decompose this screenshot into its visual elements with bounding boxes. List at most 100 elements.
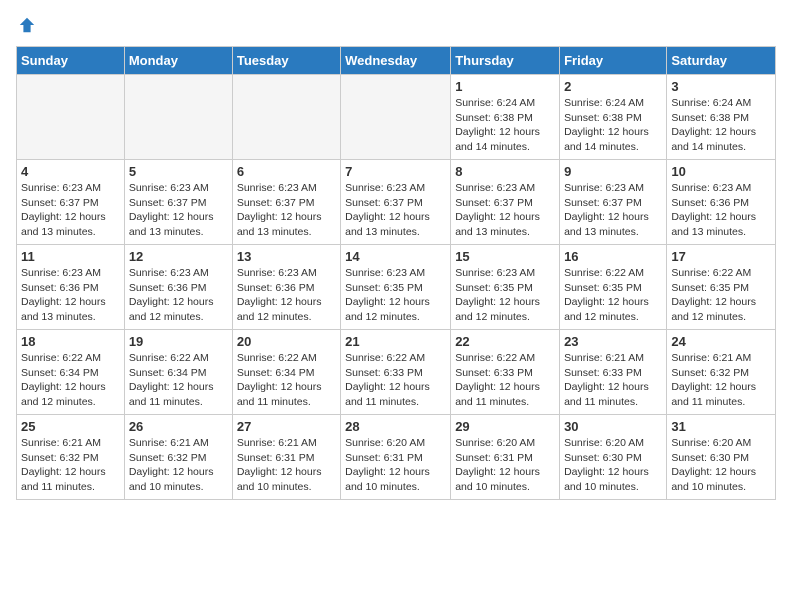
day-cell: 28Sunrise: 6:20 AM Sunset: 6:31 PM Dayli…	[341, 415, 451, 500]
day-info: Sunrise: 6:23 AM Sunset: 6:35 PM Dayligh…	[345, 266, 446, 325]
day-cell: 19 Sunrise: 6:22 AM Sunset: 6:34 PM Dayli…	[124, 330, 232, 415]
day-cell: 5 Sunrise: 6:23 AM Sunset: 6:37 PM Daylig…	[124, 160, 232, 245]
day-info: Sunrise: 6:22 AM Sunset: 6:35 PM Dayligh…	[564, 266, 662, 325]
day-cell: 20 Sunrise: 6:22 AM Sunset: 6:34 PM Dayli…	[232, 330, 340, 415]
day-number: 2	[564, 79, 662, 94]
day-number: 25	[21, 419, 120, 434]
week-row-1: 1 Sunrise: 6:24 AM Sunset: 6:38 PM Daylig…	[17, 75, 776, 160]
day-cell: 3Sunrise: 6:24 AM Sunset: 6:38 PM Daylig…	[667, 75, 776, 160]
day-info: Sunrise: 6:20 AM Sunset: 6:31 PM Dayligh…	[345, 436, 446, 495]
day-cell: 30 Sunrise: 6:20 AM Sunset: 6:30 PM Dayli…	[560, 415, 667, 500]
day-cell: 12 Sunrise: 6:23 AM Sunset: 6:36 PM Dayli…	[124, 245, 232, 330]
day-info: Sunrise: 6:22 AM Sunset: 6:33 PM Dayligh…	[455, 351, 555, 410]
day-info: Sunrise: 6:22 AM Sunset: 6:34 PM Dayligh…	[237, 351, 336, 410]
day-number: 17	[671, 249, 771, 264]
day-cell: 29Sunrise: 6:20 AM Sunset: 6:31 PM Dayli…	[451, 415, 560, 500]
day-info: Sunrise: 6:23 AM Sunset: 6:35 PM Dayligh…	[455, 266, 555, 325]
week-row-5: 25 Sunrise: 6:21 AM Sunset: 6:32 PM Dayli…	[17, 415, 776, 500]
day-number: 18	[21, 334, 120, 349]
day-cell: 17 Sunrise: 6:22 AM Sunset: 6:35 PM Dayli…	[667, 245, 776, 330]
day-cell: 23Sunrise: 6:21 AM Sunset: 6:33 PM Dayli…	[560, 330, 667, 415]
logo	[16, 16, 36, 34]
day-info: Sunrise: 6:23 AM Sunset: 6:36 PM Dayligh…	[237, 266, 336, 325]
day-cell: 11 Sunrise: 6:23 AM Sunset: 6:36 PM Dayli…	[17, 245, 125, 330]
day-info: Sunrise: 6:20 AM Sunset: 6:30 PM Dayligh…	[564, 436, 662, 495]
day-cell: 10 Sunrise: 6:23 AM Sunset: 6:36 PM Dayli…	[667, 160, 776, 245]
day-info: Sunrise: 6:22 AM Sunset: 6:35 PM Dayligh…	[671, 266, 771, 325]
day-info: Sunrise: 6:24 AM Sunset: 6:38 PM Dayligh…	[564, 96, 662, 155]
day-info: Sunrise: 6:23 AM Sunset: 6:37 PM Dayligh…	[564, 181, 662, 240]
week-row-3: 11 Sunrise: 6:23 AM Sunset: 6:36 PM Dayli…	[17, 245, 776, 330]
day-number: 20	[237, 334, 336, 349]
day-info: Sunrise: 6:23 AM Sunset: 6:36 PM Dayligh…	[671, 181, 771, 240]
calendar-table: SundayMondayTuesdayWednesdayThursdayFrid…	[16, 46, 776, 500]
day-info: Sunrise: 6:23 AM Sunset: 6:37 PM Dayligh…	[21, 181, 120, 240]
day-number: 12	[129, 249, 228, 264]
day-number: 10	[671, 164, 771, 179]
day-info: Sunrise: 6:23 AM Sunset: 6:37 PM Dayligh…	[345, 181, 446, 240]
day-number: 19	[129, 334, 228, 349]
day-cell: 25 Sunrise: 6:21 AM Sunset: 6:32 PM Dayli…	[17, 415, 125, 500]
day-info: Sunrise: 6:23 AM Sunset: 6:37 PM Dayligh…	[237, 181, 336, 240]
day-cell: 2 Sunrise: 6:24 AM Sunset: 6:38 PM Daylig…	[560, 75, 667, 160]
day-number: 21	[345, 334, 446, 349]
day-number: 14	[345, 249, 446, 264]
day-info: Sunrise: 6:21 AM Sunset: 6:32 PM Dayligh…	[671, 351, 771, 410]
day-info: Sunrise: 6:22 AM Sunset: 6:33 PM Dayligh…	[345, 351, 446, 410]
calendar-body: 1 Sunrise: 6:24 AM Sunset: 6:38 PM Daylig…	[17, 75, 776, 500]
day-number: 3	[671, 79, 771, 94]
day-info: Sunrise: 6:22 AM Sunset: 6:34 PM Dayligh…	[129, 351, 228, 410]
day-info: Sunrise: 6:23 AM Sunset: 6:37 PM Dayligh…	[455, 181, 555, 240]
week-row-4: 18 Sunrise: 6:22 AM Sunset: 6:34 PM Dayli…	[17, 330, 776, 415]
day-number: 11	[21, 249, 120, 264]
day-number: 16	[564, 249, 662, 264]
day-info: Sunrise: 6:24 AM Sunset: 6:38 PM Dayligh…	[455, 96, 555, 155]
day-cell: 26Sunrise: 6:21 AM Sunset: 6:32 PM Dayli…	[124, 415, 232, 500]
day-cell: 24Sunrise: 6:21 AM Sunset: 6:32 PM Dayli…	[667, 330, 776, 415]
weekday-header-wednesday: Wednesday	[341, 47, 451, 75]
day-number: 22	[455, 334, 555, 349]
day-number: 27	[237, 419, 336, 434]
day-number: 15	[455, 249, 555, 264]
weekday-header-monday: Monday	[124, 47, 232, 75]
day-cell	[124, 75, 232, 160]
weekday-header-friday: Friday	[560, 47, 667, 75]
weekday-header-row: SundayMondayTuesdayWednesdayThursdayFrid…	[17, 47, 776, 75]
day-info: Sunrise: 6:21 AM Sunset: 6:32 PM Dayligh…	[21, 436, 120, 495]
logo-icon	[18, 16, 36, 34]
day-cell: 22 Sunrise: 6:22 AM Sunset: 6:33 PM Dayli…	[451, 330, 560, 415]
day-cell: 27Sunrise: 6:21 AM Sunset: 6:31 PM Dayli…	[232, 415, 340, 500]
day-info: Sunrise: 6:23 AM Sunset: 6:36 PM Dayligh…	[21, 266, 120, 325]
day-cell: 9 Sunrise: 6:23 AM Sunset: 6:37 PM Daylig…	[560, 160, 667, 245]
day-cell: 14 Sunrise: 6:23 AM Sunset: 6:35 PM Dayli…	[341, 245, 451, 330]
day-info: Sunrise: 6:23 AM Sunset: 6:37 PM Dayligh…	[129, 181, 228, 240]
day-number: 6	[237, 164, 336, 179]
day-number: 1	[455, 79, 555, 94]
weekday-header-saturday: Saturday	[667, 47, 776, 75]
day-cell: 8Sunrise: 6:23 AM Sunset: 6:37 PM Daylig…	[451, 160, 560, 245]
day-info: Sunrise: 6:20 AM Sunset: 6:30 PM Dayligh…	[671, 436, 771, 495]
day-info: Sunrise: 6:21 AM Sunset: 6:32 PM Dayligh…	[129, 436, 228, 495]
day-number: 30	[564, 419, 662, 434]
day-number: 5	[129, 164, 228, 179]
weekday-header-sunday: Sunday	[17, 47, 125, 75]
day-number: 13	[237, 249, 336, 264]
day-cell: 15 Sunrise: 6:23 AM Sunset: 6:35 PM Dayli…	[451, 245, 560, 330]
day-info: Sunrise: 6:23 AM Sunset: 6:36 PM Dayligh…	[129, 266, 228, 325]
day-cell	[17, 75, 125, 160]
day-info: Sunrise: 6:21 AM Sunset: 6:33 PM Dayligh…	[564, 351, 662, 410]
page-header	[16, 16, 776, 34]
day-info: Sunrise: 6:22 AM Sunset: 6:34 PM Dayligh…	[21, 351, 120, 410]
day-cell: 7 Sunrise: 6:23 AM Sunset: 6:37 PM Daylig…	[341, 160, 451, 245]
day-cell: 1 Sunrise: 6:24 AM Sunset: 6:38 PM Daylig…	[451, 75, 560, 160]
day-cell	[341, 75, 451, 160]
day-cell: 16 Sunrise: 6:22 AM Sunset: 6:35 PM Dayli…	[560, 245, 667, 330]
day-cell: 13 Sunrise: 6:23 AM Sunset: 6:36 PM Dayli…	[232, 245, 340, 330]
week-row-2: 4Sunrise: 6:23 AM Sunset: 6:37 PM Daylig…	[17, 160, 776, 245]
day-number: 31	[671, 419, 771, 434]
day-cell: 4Sunrise: 6:23 AM Sunset: 6:37 PM Daylig…	[17, 160, 125, 245]
day-info: Sunrise: 6:20 AM Sunset: 6:31 PM Dayligh…	[455, 436, 555, 495]
day-number: 7	[345, 164, 446, 179]
day-number: 9	[564, 164, 662, 179]
day-cell: 6 Sunrise: 6:23 AM Sunset: 6:37 PM Daylig…	[232, 160, 340, 245]
